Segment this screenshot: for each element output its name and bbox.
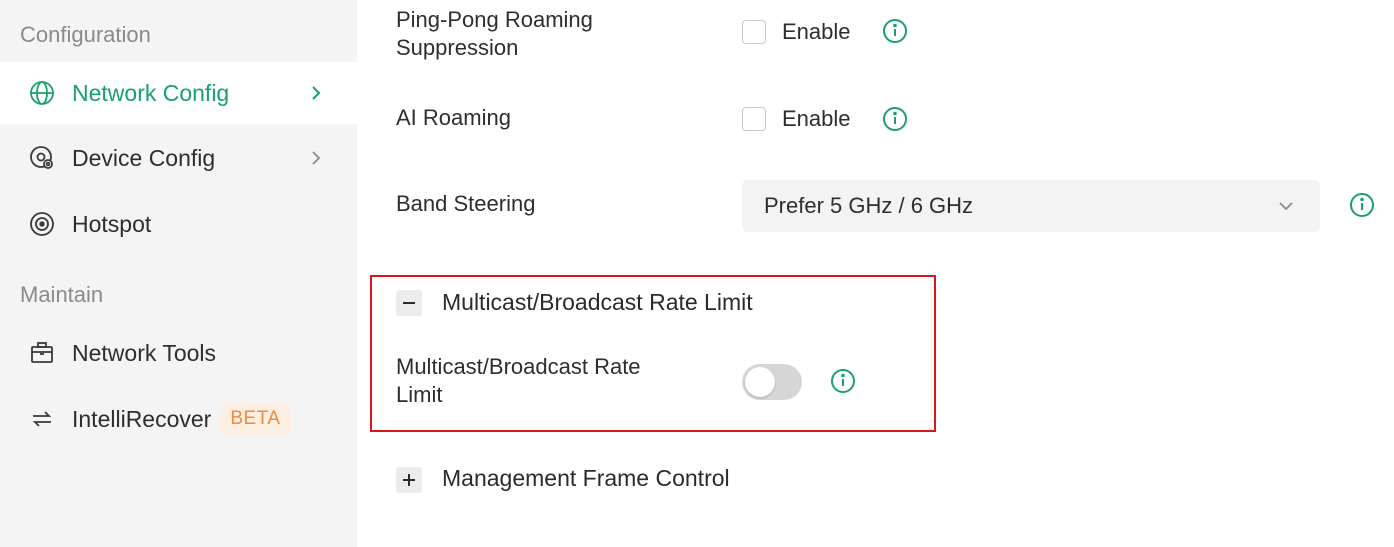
chevron-down-icon	[1276, 196, 1296, 216]
expand-plus-icon[interactable]	[396, 467, 422, 493]
globe-icon	[28, 79, 56, 107]
info-icon[interactable]	[830, 368, 856, 394]
multicast-group-title[interactable]: Multicast/Broadcast Rate Limit	[442, 289, 753, 316]
toolbox-icon	[28, 339, 56, 367]
management-group-title[interactable]: Management Frame Control	[442, 465, 730, 492]
info-icon[interactable]	[1349, 192, 1375, 218]
sidebar-item-label: Network Config	[72, 79, 230, 106]
sidebar-item-network-tools[interactable]: Network Tools	[0, 322, 357, 384]
sidebar-item-label: Network Tools	[72, 339, 217, 366]
app-root: Configuration Network Config Device Conf…	[0, 0, 1394, 547]
multicast-rate-limit-toggle[interactable]	[742, 364, 802, 400]
sidebar-item-label: IntelliRecover	[72, 405, 212, 432]
chevron-right-icon	[306, 83, 326, 103]
ping-pong-enable-label[interactable]: Enable	[782, 19, 851, 45]
sidebar-item-network-config[interactable]: Network Config	[0, 62, 357, 124]
chevron-right-icon	[306, 148, 326, 168]
device-gear-icon	[28, 144, 56, 172]
sidebar-item-device-config[interactable]: Device Config	[0, 127, 357, 189]
sidebar-item-label: Device Config	[72, 144, 216, 171]
sidebar-item-label: Hotspot	[72, 210, 152, 237]
ping-pong-enable-checkbox[interactable]	[742, 20, 766, 44]
band-steering-label: Band Steering	[396, 191, 536, 216]
collapse-minus-icon[interactable]	[396, 290, 422, 316]
sidebar-item-intellirecover[interactable]: IntelliRecover BETA	[0, 388, 357, 450]
band-steering-select[interactable]: Prefer 5 GHz / 6 GHz	[742, 180, 1320, 232]
band-steering-value: Prefer 5 GHz / 6 GHz	[764, 193, 974, 218]
beta-badge: BETA	[221, 404, 290, 434]
ai-roaming-enable-label[interactable]: Enable	[782, 106, 851, 132]
sidebar-item-hotspot[interactable]: Hotspot	[0, 193, 357, 255]
info-icon[interactable]	[882, 18, 908, 44]
ping-pong-label: Ping-Pong Roaming Suppression	[396, 7, 593, 60]
toggle-knob	[745, 367, 775, 397]
info-icon[interactable]	[882, 106, 908, 132]
sync-icon	[28, 405, 56, 433]
ai-roaming-enable-checkbox[interactable]	[742, 107, 766, 131]
ai-roaming-label: AI Roaming	[396, 105, 511, 130]
section-title-maintain: Maintain	[20, 282, 104, 307]
section-title-configuration: Configuration	[20, 22, 151, 47]
multicast-toggle-label: Multicast/Broadcast Rate Limit	[396, 354, 641, 407]
sidebar: Configuration Network Config Device Conf…	[0, 0, 357, 547]
hotspot-icon	[28, 210, 56, 238]
